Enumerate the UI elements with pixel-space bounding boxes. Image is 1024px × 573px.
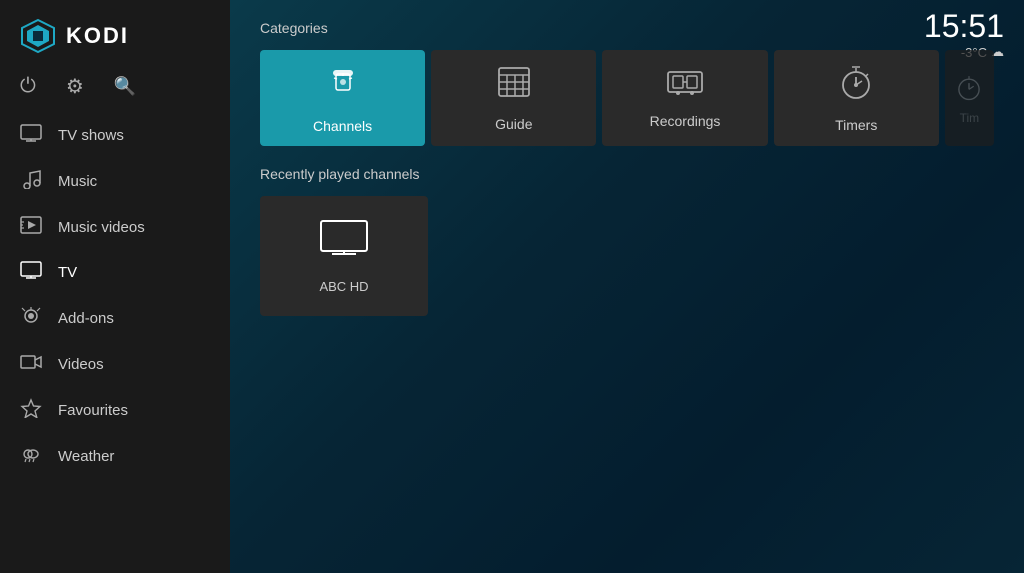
add-ons-label: Add-ons	[58, 310, 114, 327]
channel-tv-icon	[318, 218, 370, 267]
recently-played-row: ABC HD	[260, 196, 994, 316]
sidebar-item-videos[interactable]: Videos	[0, 342, 230, 387]
weather-icon	[20, 445, 42, 468]
main-content: 15:51 -3°C ☁ Categories	[230, 0, 1024, 573]
sidebar-item-favourites[interactable]: Favourites	[0, 387, 230, 434]
clock-time: 15:51	[924, 10, 1004, 42]
music-icon	[20, 169, 42, 194]
weather-label: Weather	[58, 448, 114, 465]
category-tile-partial[interactable]: Tim	[945, 50, 994, 146]
partial-tile-label: Tim	[960, 111, 980, 125]
categories-title: Categories	[260, 20, 994, 36]
category-tile-channels[interactable]: Channels	[260, 50, 425, 146]
category-tile-guide[interactable]: Guide	[431, 50, 596, 146]
guide-icon	[494, 64, 534, 108]
kodi-title: KODI	[66, 23, 129, 49]
sidebar-item-music[interactable]: Music	[0, 158, 230, 205]
channel-name: ABC HD	[319, 279, 368, 294]
category-tile-recordings[interactable]: Recordings	[602, 50, 767, 146]
categories-row: Channels Guide	[260, 50, 994, 146]
categories-section: Categories Channels	[230, 0, 1024, 146]
recordings-icon	[665, 67, 705, 105]
search-button[interactable]: 🔍	[114, 76, 136, 97]
logo-area: KODI	[0, 0, 230, 64]
videos-icon	[20, 353, 42, 376]
tv-shows-label: TV shows	[58, 127, 124, 144]
channel-tile-abc-hd[interactable]: ABC HD	[260, 196, 428, 316]
category-tile-timers[interactable]: Timers	[774, 50, 939, 146]
tv-shows-icon	[20, 124, 42, 147]
music-videos-icon	[20, 216, 42, 239]
recordings-label: Recordings	[650, 113, 721, 129]
channels-icon	[323, 62, 363, 110]
recently-played-title: Recently played channels	[260, 166, 994, 182]
recently-section: Recently played channels ABC HD	[230, 146, 1024, 316]
timers-label: Timers	[835, 117, 877, 133]
music-label: Music	[58, 173, 97, 190]
settings-button[interactable]: ⚙	[66, 74, 84, 99]
add-ons-icon	[20, 306, 42, 331]
guide-label: Guide	[495, 116, 532, 132]
sidebar-item-weather[interactable]: Weather	[0, 434, 230, 479]
sidebar-item-add-ons[interactable]: Add-ons	[0, 295, 230, 342]
videos-label: Videos	[58, 356, 104, 373]
music-videos-label: Music videos	[58, 219, 145, 236]
sidebar-item-tv-shows[interactable]: TV shows	[0, 113, 230, 158]
favourites-icon	[20, 398, 42, 423]
channels-label: Channels	[313, 118, 372, 134]
tv-label: TV	[58, 264, 77, 281]
sidebar-item-tv[interactable]: TV	[0, 250, 230, 295]
favourites-label: Favourites	[58, 402, 128, 419]
power-button[interactable]: ⏻	[20, 75, 36, 98]
tv-icon	[20, 261, 42, 284]
sidebar-item-music-videos[interactable]: Music videos	[0, 205, 230, 250]
sidebar-actions: ⏻ ⚙ 🔍	[0, 64, 230, 113]
kodi-logo-icon	[20, 18, 56, 54]
sidebar-nav: TV shows Music M	[0, 113, 230, 573]
timers-icon	[838, 63, 874, 109]
sidebar: KODI ⏻ ⚙ 🔍 TV shows	[0, 0, 230, 573]
